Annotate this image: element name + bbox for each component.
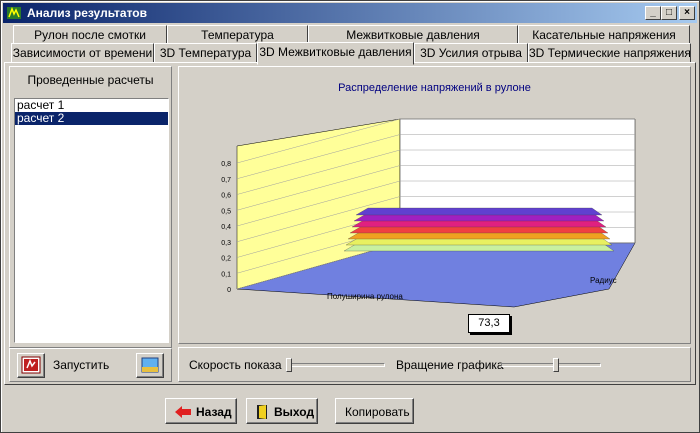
- run-controls: Запустить: [9, 348, 172, 382]
- image-button[interactable]: [136, 353, 164, 378]
- rotation-slider-thumb[interactable]: [552, 358, 559, 372]
- back-button[interactable]: Назад: [165, 398, 237, 424]
- tab-tangential-stress[interactable]: Касательные напряжения: [518, 25, 690, 45]
- y-tick-label: 0,8: [221, 161, 231, 168]
- slider-controls: Скорость показа Вращение графика: [178, 347, 691, 382]
- y-tick-label: 0,5: [221, 208, 231, 215]
- tab-3d-temperature[interactable]: 3D Температура: [154, 43, 257, 63]
- picture-icon: [141, 357, 159, 373]
- app-icon: [7, 6, 21, 19]
- y-tick-label: 0,6: [221, 193, 231, 200]
- y-tick-label: 0: [227, 287, 231, 294]
- tab-roll-after-winding[interactable]: Рулон после смотки: [13, 25, 167, 45]
- close-button[interactable]: ×: [679, 6, 695, 20]
- speed-slider-track[interactable]: [286, 363, 385, 367]
- maximize-button[interactable]: □: [661, 6, 677, 20]
- back-label: Назад: [196, 405, 232, 419]
- tab-3d-interturn-pressure[interactable]: 3D Межвитковые давления: [257, 42, 414, 65]
- list-item-selected[interactable]: расчет 2: [15, 112, 168, 125]
- value-box: 73,3: [468, 314, 510, 333]
- analysis-window: Анализ результатов _ □ × Рулон после смо…: [0, 0, 700, 433]
- surface-band: [355, 207, 603, 216]
- window-title: Анализ результатов: [27, 6, 147, 20]
- door-exit-icon: [257, 405, 267, 419]
- title-bar[interactable]: Анализ результатов _ □ ×: [3, 3, 697, 23]
- exit-button[interactable]: Выход: [246, 398, 318, 424]
- minimize-button[interactable]: _: [645, 6, 661, 20]
- calculations-title: Проведенные расчеты: [27, 73, 154, 87]
- tab-3d-thermal-stress[interactable]: 3D Термические напряжения: [528, 43, 691, 63]
- copy-button[interactable]: Копировать: [335, 398, 414, 424]
- rotation-slider-track[interactable]: [501, 363, 601, 367]
- x-axis-label: Полуширина рулона: [327, 292, 403, 301]
- copy-label: Копировать: [345, 405, 410, 419]
- rotation-label: Вращение графика: [396, 358, 504, 372]
- run-icon: [21, 356, 41, 374]
- speed-slider-thumb[interactable]: [286, 358, 292, 372]
- run-button[interactable]: [17, 353, 45, 378]
- y-tick-label: 0,4: [221, 224, 231, 231]
- z-axis-label: Радиус: [590, 276, 617, 285]
- chart-panel: Распределение напряжений в рулоне 0 0,1 0,…: [178, 66, 691, 344]
- tab-3d-detach-force[interactable]: 3D Усилия отрыва: [414, 43, 528, 63]
- run-label: Запустить: [53, 358, 110, 372]
- chart-3d-surface: 0 0,1 0,2 0,3 0,4 0,5 0,6 0,7 0,8 Полуширина рул…: [221, 118, 636, 308]
- y-tick-label: 0,3: [221, 240, 231, 247]
- y-tick-label: 0,7: [221, 177, 231, 184]
- calculations-list[interactable]: расчет 1 расчет 2: [14, 98, 169, 343]
- tab-time-dependencies[interactable]: Зависимости от времени: [11, 43, 154, 63]
- exit-label: Выход: [274, 405, 315, 419]
- y-tick-label: 0,2: [221, 256, 231, 263]
- y-tick-label: 0,1: [221, 271, 231, 278]
- arrow-left-icon: [175, 406, 191, 418]
- speed-label: Скорость показа: [189, 358, 282, 372]
